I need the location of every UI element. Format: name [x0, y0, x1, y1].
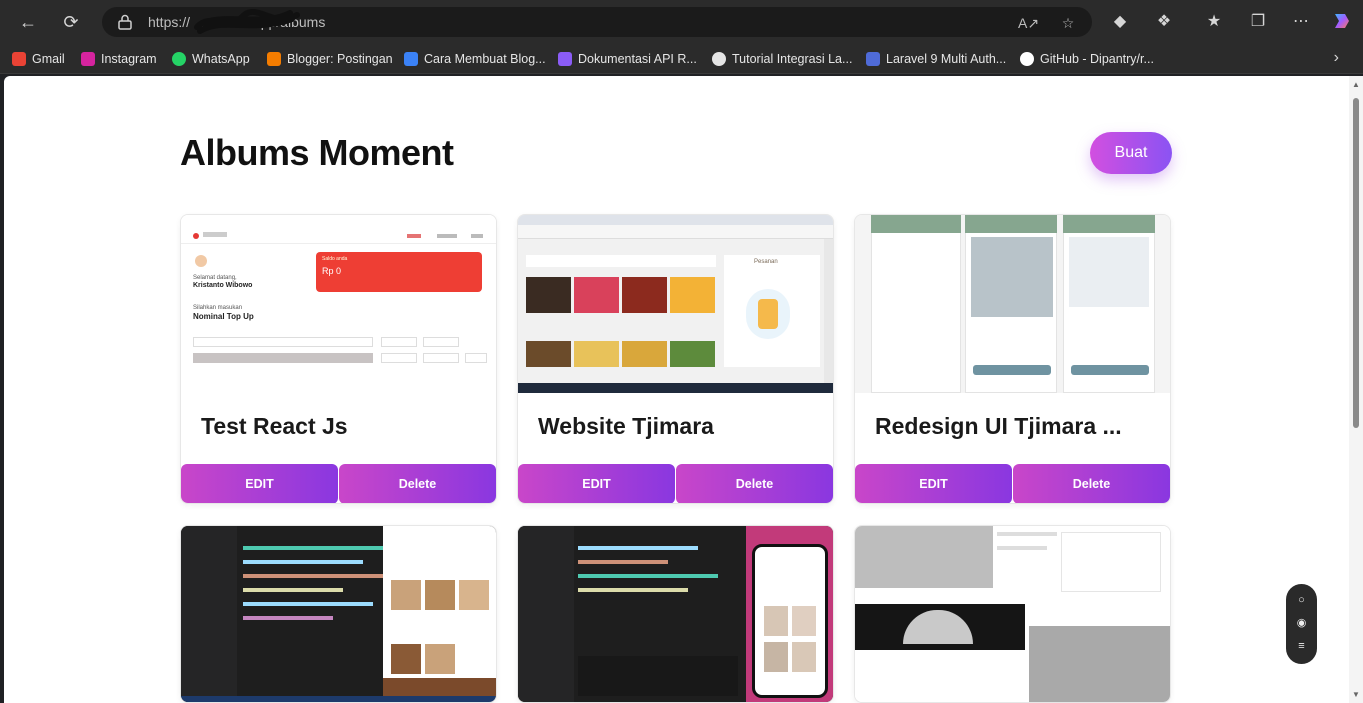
blog-icon	[404, 52, 418, 66]
read-aloud-icon[interactable]: A↗	[1018, 13, 1039, 33]
page-title: Albums Moment	[180, 132, 454, 173]
thumb-greeting: Selamat datang,	[193, 275, 237, 281]
album-thumbnail[interactable]	[518, 526, 833, 702]
floating-tool-panel: ○ ◉ ≡	[1286, 584, 1317, 664]
album-card: Redesign UI Tjimara ... EDIT Delete	[854, 214, 1171, 504]
delete-button[interactable]: Delete	[676, 464, 833, 503]
extensions-puzzle-icon[interactable]: ❖	[1152, 10, 1176, 34]
more-menu-icon[interactable]: ⋯	[1289, 10, 1313, 34]
thumb-heading: Nominal Top Up	[193, 312, 254, 321]
bookmark-label: Blogger: Postingan	[287, 52, 393, 66]
album-card: Pesanan Website Tjimara EDIT Delete	[517, 214, 834, 504]
reload-icon[interactable]: ⟳	[59, 10, 83, 34]
bookmark-blog-tutorial[interactable]: Cara Membuat Blog...	[404, 50, 546, 68]
blogger-icon	[267, 52, 281, 66]
bookmark-whatsapp[interactable]: WhatsApp	[172, 50, 250, 68]
delete-button[interactable]: Delete	[339, 464, 496, 503]
album-card	[854, 525, 1171, 703]
album-card	[517, 525, 834, 703]
whatsapp-icon	[172, 52, 186, 66]
laravel-icon	[866, 52, 880, 66]
scroll-down-icon[interactable]: ▼	[1352, 690, 1360, 699]
album-title: Test React Js	[201, 413, 348, 439]
album-thumbnail[interactable]: Selamat datang, Kristanto Wibowo Silahka…	[181, 215, 496, 393]
bookmark-github[interactable]: GitHub - Dipantry/r...	[1020, 50, 1154, 68]
vertical-scrollbar[interactable]: ▲ ▼	[1349, 76, 1363, 703]
thumb-name: Kristanto Wibowo	[193, 282, 253, 289]
thumb-order-label: Pesanan	[754, 259, 778, 265]
redaction-scribble	[194, 9, 300, 34]
create-album-button[interactable]: Buat	[1090, 132, 1172, 174]
github-icon	[1020, 52, 1034, 66]
back-icon[interactable]: ←	[16, 10, 40, 34]
edit-button[interactable]: EDIT	[518, 464, 675, 503]
bookmark-label: Gmail	[32, 52, 65, 66]
scrollbar-thumb[interactable]	[1353, 98, 1359, 428]
bookmark-label: Laravel 9 Multi Auth...	[886, 52, 1007, 66]
album-title: Website Tjimara	[538, 413, 714, 439]
favorites-icon[interactable]: ★	[1202, 10, 1226, 34]
instagram-icon	[81, 52, 95, 66]
bookmark-label: Tutorial Integrasi La...	[732, 52, 853, 66]
bookmark-label: GitHub - Dipantry/r...	[1040, 52, 1154, 66]
page-viewport: Albums Moment Buat Selamat datang, Krist…	[4, 76, 1363, 703]
chat-icon[interactable]: ○	[1294, 593, 1309, 608]
album-thumbnail[interactable]	[181, 526, 496, 702]
bookmark-label: WhatsApp	[192, 52, 250, 66]
bookmark-instagram[interactable]: Instagram	[81, 50, 157, 68]
thumb-balance-label: Saldo anda	[322, 256, 348, 262]
bookmark-label: Dokumentasi API R...	[578, 52, 697, 66]
copilot-icon[interactable]	[1330, 10, 1354, 34]
thumb-balance: Rp 0	[322, 266, 342, 276]
album-card: Selamat datang, Kristanto Wibowo Silahka…	[180, 214, 497, 504]
delete-button[interactable]: Delete	[1013, 464, 1170, 503]
address-bar[interactable]: https://...vercel.app/albums A↗ ☆	[102, 7, 1092, 37]
edit-button[interactable]: EDIT	[181, 464, 338, 503]
bookmark-gmail[interactable]: Gmail	[12, 50, 65, 68]
collections-icon[interactable]: ❐	[1246, 10, 1270, 34]
lock-icon[interactable]	[118, 14, 132, 30]
url-prefix: https://	[148, 14, 191, 30]
scroll-up-icon[interactable]: ▲	[1352, 80, 1360, 89]
bookmark-laravel-auth[interactable]: Laravel 9 Multi Auth...	[866, 50, 1006, 68]
album-card	[180, 525, 497, 703]
album-thumbnail[interactable]: Pesanan	[518, 215, 833, 393]
edit-button[interactable]: EDIT	[855, 464, 1012, 503]
site-icon	[712, 52, 726, 66]
bookmark-blogger[interactable]: Blogger: Postingan	[267, 50, 393, 68]
bookmarks-bar: Gmail Instagram WhatsApp Blogger: Postin…	[0, 44, 1363, 74]
favorite-star-icon[interactable]: ☆	[1058, 13, 1078, 33]
album-title: Redesign UI Tjimara ...	[875, 413, 1122, 439]
rc-icon	[558, 52, 572, 66]
album-thumbnail[interactable]	[855, 526, 1170, 702]
bookmark-tutorial-integrasi[interactable]: Tutorial Integrasi La...	[712, 50, 852, 68]
gmail-icon	[12, 52, 26, 66]
bookmark-label: Instagram	[101, 52, 157, 66]
list-icon[interactable]: ≡	[1294, 639, 1309, 654]
chevron-right-icon[interactable]: ›	[1334, 49, 1339, 67]
browser-toolbar: ← ⟳ https://...vercel.app/albums A↗ ☆ ◆ …	[0, 0, 1363, 44]
eye-icon[interactable]: ◉	[1294, 616, 1309, 631]
extension-gem-icon[interactable]: ◆	[1108, 10, 1132, 34]
bookmark-label: Cara Membuat Blog...	[424, 52, 546, 66]
thumb-prompt: Silahkan masukan	[193, 305, 243, 311]
bookmark-api-docs[interactable]: Dokumentasi API R...	[558, 50, 697, 68]
album-thumbnail[interactable]	[855, 215, 1170, 393]
